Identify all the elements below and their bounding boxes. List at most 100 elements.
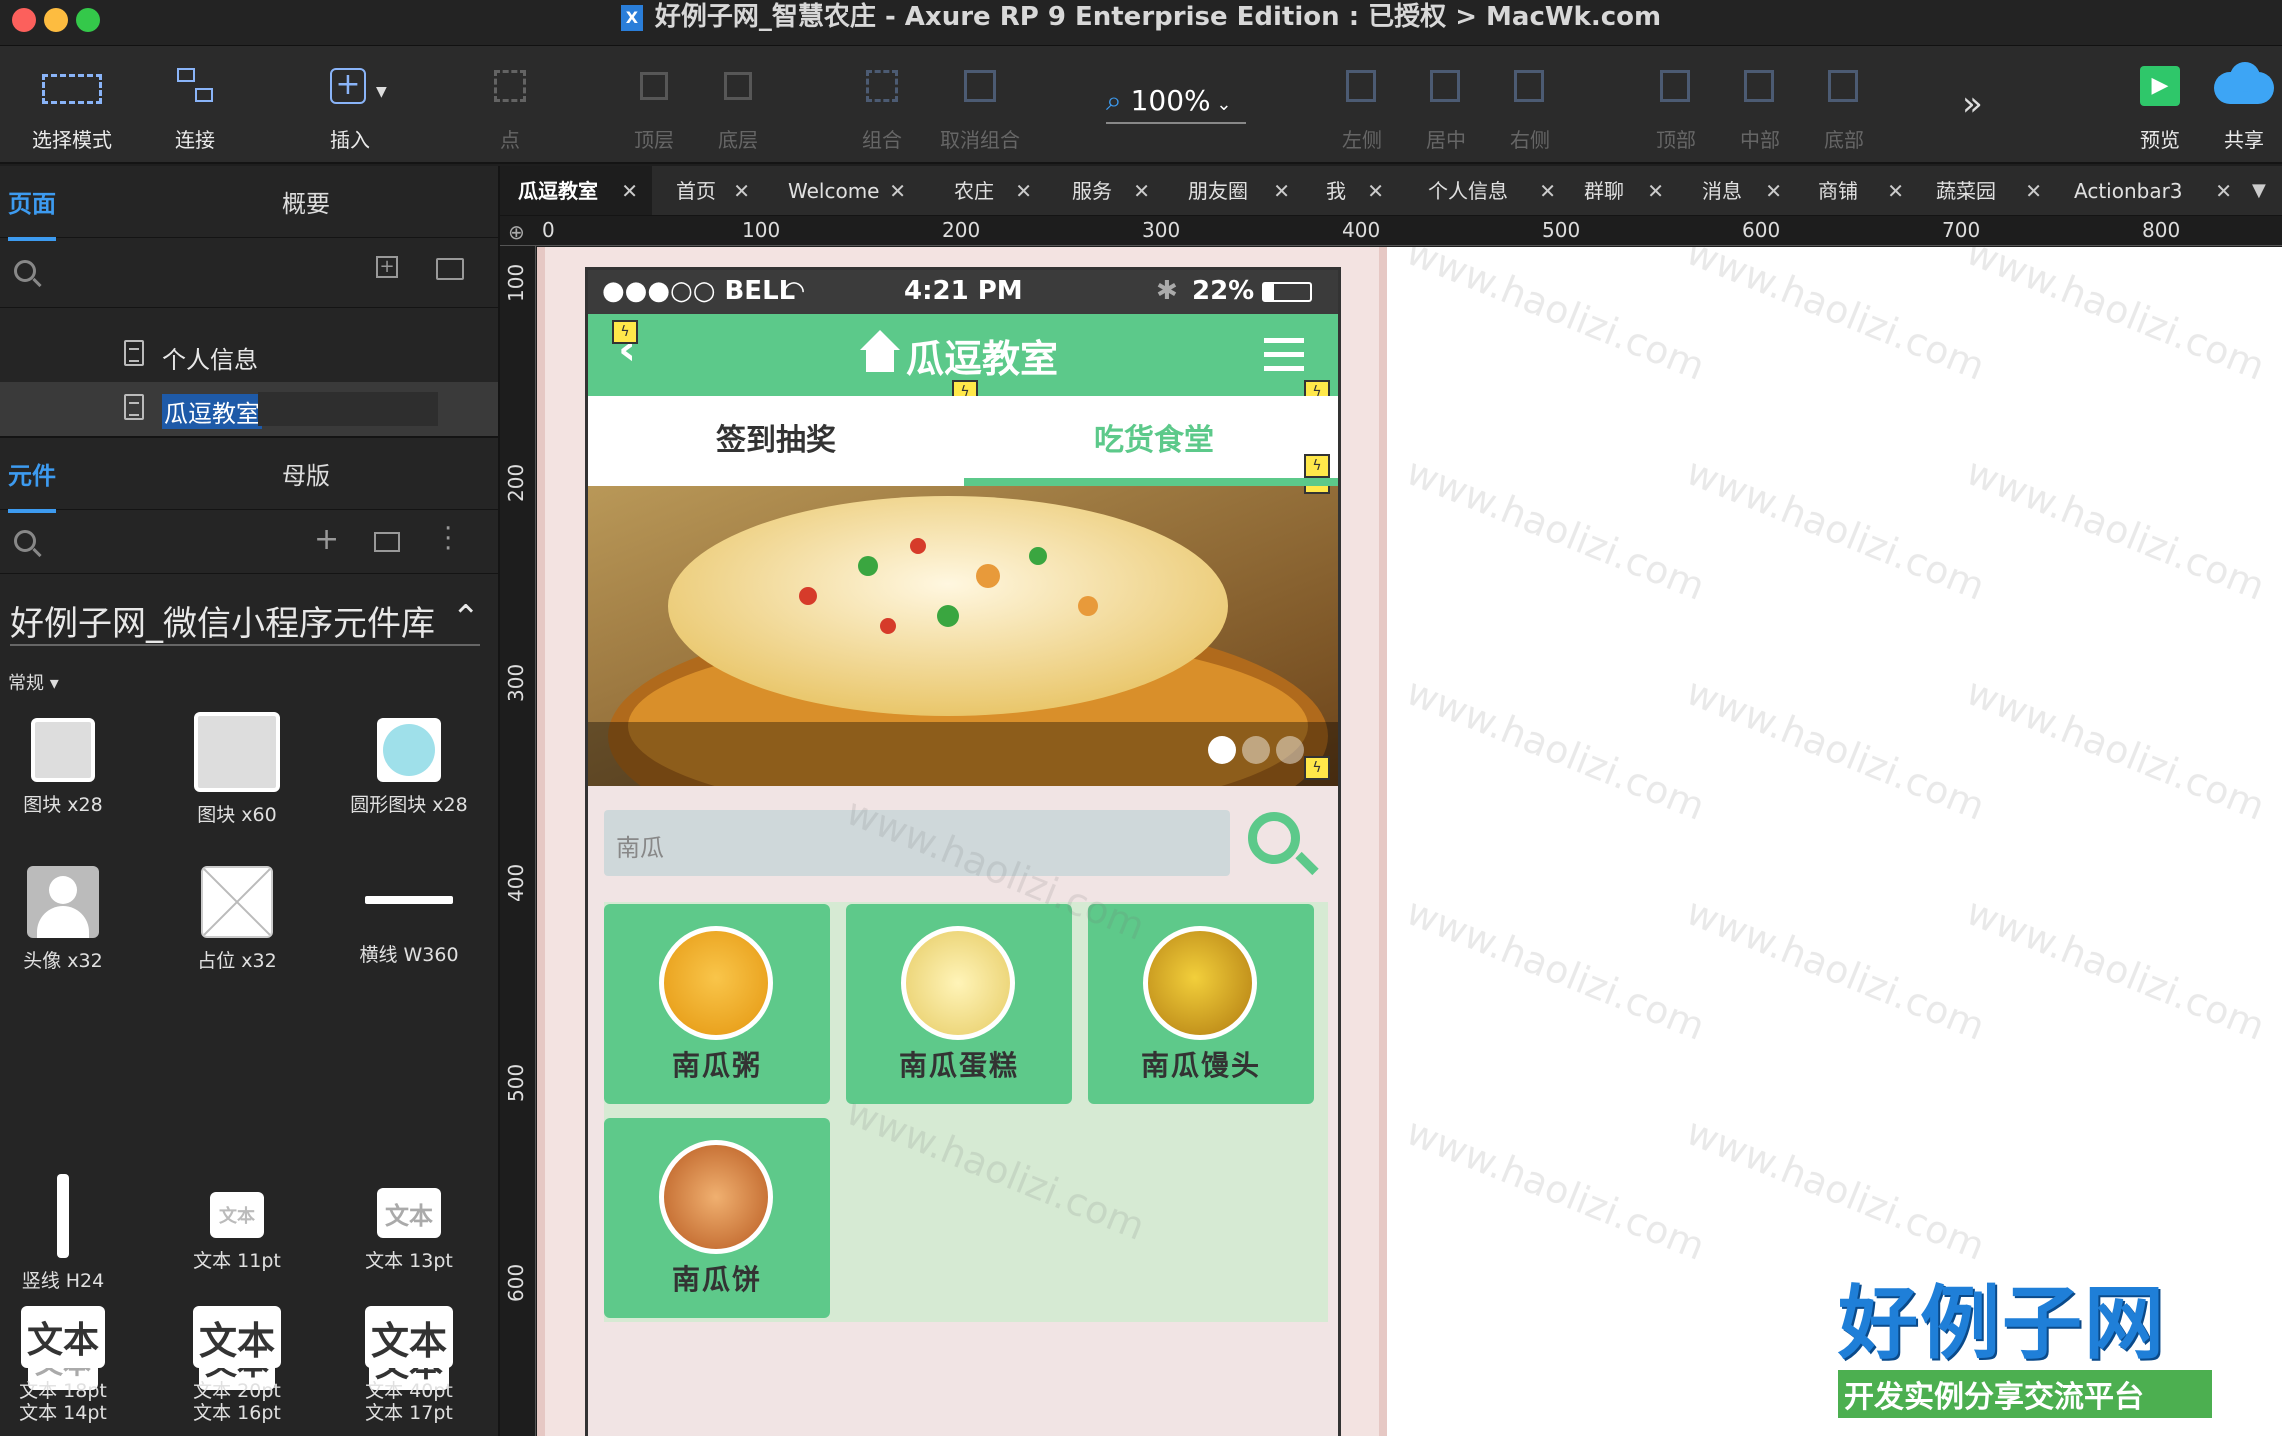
zoom-select[interactable]: ⌕ 100% ⌄	[1106, 84, 1246, 124]
tab-messages[interactable]: 消息 ✕	[1684, 166, 1796, 215]
tab-actionbar3[interactable]: Actionbar3 ✕	[2056, 166, 2246, 215]
align-bottom-button[interactable]: 底部	[1804, 64, 1884, 153]
widget-text-13[interactable]: 文本 文本 13pt	[324, 1188, 494, 1273]
align-left-button[interactable]: 左侧	[1322, 64, 1402, 153]
align-top-button[interactable]: 顶部	[1636, 64, 1716, 153]
tab-welcome[interactable]: Welcome ✕	[770, 166, 920, 215]
ruler-tick-label: 400	[1342, 218, 1381, 242]
share-button[interactable]: 共享	[2204, 62, 2282, 153]
widget-vline[interactable]: 竖线 H24	[0, 1174, 148, 1293]
carousel-dot[interactable]	[1242, 736, 1270, 764]
search-input[interactable]: 南瓜	[604, 810, 1230, 876]
close-icon[interactable]: ✕	[2215, 166, 2232, 215]
library-tabs: 元件 母版	[0, 438, 500, 513]
search-icon[interactable]	[14, 260, 36, 282]
tab-widgets[interactable]: 元件	[8, 456, 56, 513]
food-card[interactable]: 南瓜饼	[604, 1118, 830, 1318]
ungroup-button[interactable]: 取消组合	[930, 64, 1030, 153]
page-item-guadou-classroom[interactable]: 瓜逗教室	[0, 382, 498, 436]
design-canvas[interactable]: ●●●○○ BELL ◠ 4:21 PM ✱ 22% ‹ ϟ 瓜逗教室 ϟ ϟ …	[537, 247, 2282, 1436]
tab-label: 蔬菜园	[1936, 179, 1996, 203]
close-icon[interactable]: ✕	[1367, 166, 1384, 215]
library-copy-icon[interactable]	[374, 532, 400, 552]
connect-button[interactable]: 连接	[150, 64, 240, 153]
page-item-personal-info[interactable]: 个人信息	[0, 328, 498, 382]
tab-masters[interactable]: 母版	[282, 456, 330, 491]
tab-guadou-classroom[interactable]: 瓜逗教室 ✕	[500, 166, 652, 215]
food-card[interactable]: 南瓜馒头	[1088, 904, 1314, 1104]
widget-box-60[interactable]: 图块 x60	[152, 712, 322, 827]
tab-foodie-canteen[interactable]: 吃货食堂	[964, 396, 1338, 486]
tab-group-chat[interactable]: 群聊 ✕	[1566, 166, 1678, 215]
add-library-icon[interactable]: +	[314, 522, 339, 557]
widget-circle-box-28[interactable]: 圆形图块 x28	[324, 718, 494, 817]
widget-text-40[interactable]: 文本 文本 40pt	[324, 1306, 494, 1403]
tab-outline[interactable]: 概要	[282, 184, 330, 219]
widget-label: 图块 x28	[23, 794, 103, 816]
widget-box-28[interactable]: 图块 x28	[0, 718, 148, 817]
preview-button[interactable]: ▶ 预览	[2120, 64, 2200, 153]
tab-home[interactable]: 首页 ✕	[658, 166, 764, 215]
insert-button[interactable]: + ▼ 插入	[310, 64, 390, 153]
close-icon[interactable]: ✕	[1765, 166, 1782, 215]
more-tools-icon[interactable]: »	[1962, 84, 1983, 124]
close-icon[interactable]: ✕	[621, 166, 638, 215]
tab-farm[interactable]: 农庄 ✕	[936, 166, 1046, 215]
close-icon[interactable]: ✕	[2025, 166, 2042, 215]
send-to-bottom-button[interactable]: 底层	[698, 64, 778, 153]
main-toolbar: 选择模式 连接 + ▼ 插入 点 顶层 底层 组合 取消组合 ⌕ 100% ⌄	[0, 46, 2282, 164]
close-icon[interactable]: ✕	[1133, 166, 1150, 215]
close-icon[interactable]: ✕	[1887, 166, 1904, 215]
close-icon[interactable]: ✕	[1015, 166, 1032, 215]
ruler-origin-icon: ⊕	[508, 220, 525, 244]
select-mode-button[interactable]: 选择模式	[22, 64, 122, 153]
point-button[interactable]: 点	[470, 64, 550, 153]
close-icon[interactable]: ✕	[733, 166, 750, 215]
watermark-text: www.haolizi.com	[1400, 449, 1712, 609]
align-middle-button[interactable]: 中部	[1720, 64, 1800, 153]
food-card[interactable]: 南瓜粥	[604, 904, 830, 1104]
ruler-tick-label: 500	[1542, 218, 1581, 242]
close-icon[interactable]: ✕	[1539, 166, 1556, 215]
tabs-overflow-icon[interactable]: ▼	[2252, 180, 2266, 201]
add-page-icon[interactable]: +	[376, 256, 398, 278]
carousel-dot-active[interactable]	[1208, 736, 1236, 764]
tab-me[interactable]: 我 ✕	[1308, 166, 1398, 215]
top-layer-label: 顶层	[634, 128, 674, 152]
close-icon[interactable]: ✕	[889, 166, 906, 215]
food-banner-image[interactable]: ϟ ϟ	[588, 486, 1338, 786]
tab-check-in-lottery[interactable]: 签到抽奖	[588, 396, 964, 486]
widget-text-11[interactable]: 文本 文本 11pt	[152, 1192, 322, 1273]
close-icon[interactable]: ✕	[1647, 166, 1664, 215]
bring-to-top-button[interactable]: 顶层	[614, 64, 694, 153]
widget-hline[interactable]: 横线 W360	[324, 866, 494, 967]
widget-label: 占位 x32	[197, 950, 277, 972]
tab-vegetable-garden[interactable]: 蔬菜园 ✕	[1918, 166, 2056, 215]
group-button[interactable]: 组合	[842, 64, 922, 153]
pumpkin-cake-image	[901, 926, 1015, 1040]
align-center-button[interactable]: 居中	[1406, 64, 1486, 153]
library-select[interactable]: 好例子网_微信小程序元件库 ⌃	[10, 596, 480, 646]
widget-placeholder-32[interactable]: 占位 x32	[152, 866, 322, 973]
food-grid: 南瓜粥 南瓜蛋糕 南瓜馒头 南瓜饼	[604, 902, 1328, 1322]
search-icon[interactable]	[14, 530, 36, 552]
tab-service[interactable]: 服务 ✕	[1054, 166, 1164, 215]
tab-personal-info[interactable]: 个人信息 ✕	[1410, 166, 1570, 215]
align-right-button[interactable]: 右侧	[1490, 64, 1570, 153]
category-common[interactable]: 常规 ▾	[8, 669, 59, 695]
more-options-icon[interactable]: · · ·	[444, 516, 452, 562]
widget-avatar-32[interactable]: 头像 x32	[0, 866, 148, 973]
close-icon[interactable]: ✕	[1273, 166, 1290, 215]
search-icon[interactable]	[1248, 812, 1319, 876]
tab-moments[interactable]: 朋友圈 ✕	[1170, 166, 1304, 215]
widget-text-18[interactable]: 文本 文本 18pt	[0, 1306, 148, 1403]
hamburger-menu-icon[interactable]	[1264, 338, 1304, 372]
rename-field[interactable]	[258, 392, 438, 426]
tab-pages[interactable]: 页面	[8, 184, 56, 241]
watermark-text: www.haolizi.com	[1960, 669, 2272, 829]
tab-shop[interactable]: 商铺 ✕	[1800, 166, 1918, 215]
widget-text-20[interactable]: 文本 文本 20pt	[152, 1306, 322, 1403]
food-card[interactable]: 南瓜蛋糕	[846, 904, 1072, 1104]
carousel-dot[interactable]	[1276, 736, 1304, 764]
add-folder-icon[interactable]	[436, 258, 464, 280]
